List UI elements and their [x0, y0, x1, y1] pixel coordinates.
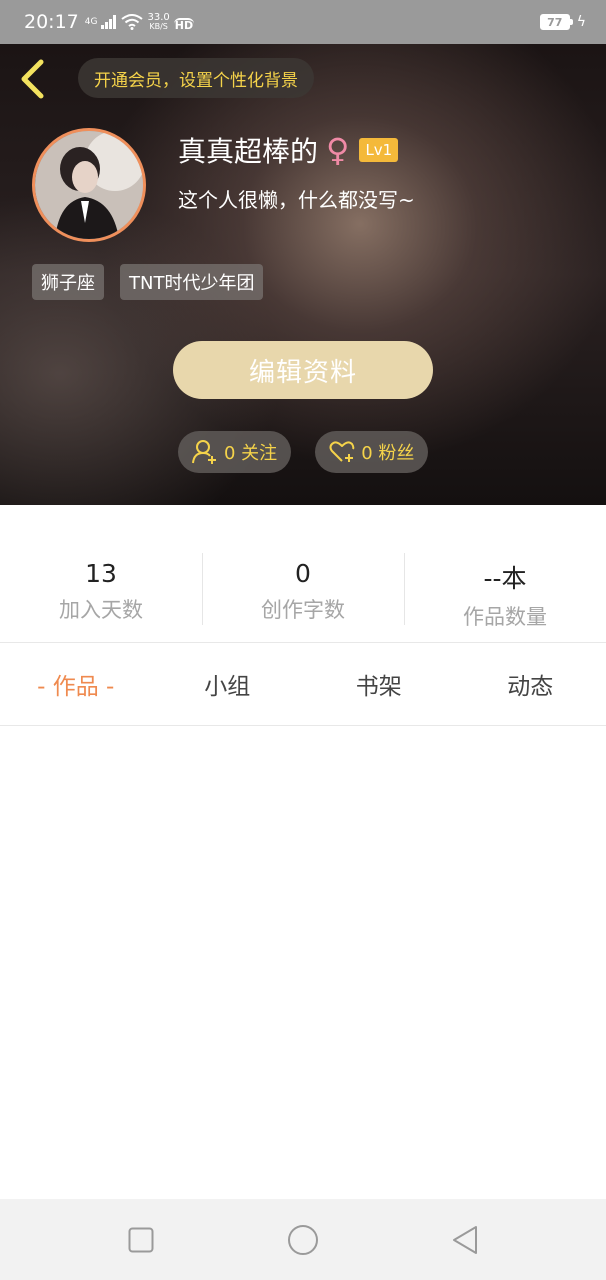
followers-count: 0 粉丝: [361, 443, 415, 464]
stat-word-count: 0 创作字数: [202, 543, 404, 642]
chevron-left-icon: [21, 59, 44, 99]
stat-label: 作品数量: [463, 605, 547, 629]
tag-fandom[interactable]: TNT时代少年团: [120, 264, 264, 300]
profile-header: 开通会员，设置个性化背景 真真超棒的 ♀ Lv1 这个人很懒，什么都没写~ 狮子…: [0, 44, 606, 505]
battery-level: 77: [547, 15, 563, 29]
edit-profile-button[interactable]: 编辑资料: [173, 341, 433, 399]
add-user-icon: [192, 440, 216, 464]
recents-button[interactable]: [121, 1220, 161, 1260]
back-nav-button[interactable]: [445, 1220, 485, 1260]
tab-bar: - 作品 - 小组 书架 动态: [0, 643, 606, 725]
following-button[interactable]: 0 关注: [178, 431, 292, 473]
stat-value: 0: [295, 559, 311, 588]
wifi-icon: [121, 14, 144, 30]
home-button[interactable]: [283, 1220, 323, 1260]
female-icon: ♀: [326, 131, 350, 169]
avatar-image: [35, 131, 143, 239]
tab-content: [0, 726, 606, 1199]
username-row: 真真超棒的 ♀ Lv1: [178, 130, 399, 170]
network-speed: 33.0 KB/S: [147, 12, 170, 32]
stat-label: 创作字数: [261, 598, 345, 622]
status-right: 77 ϟ: [539, 14, 586, 30]
hd-icon: HD: [173, 17, 195, 32]
tab-activity[interactable]: 动态: [455, 667, 606, 701]
tag-list: 狮子座 TNT时代少年团: [32, 264, 264, 300]
username: 真真超棒的: [178, 135, 319, 168]
tab-bookshelf[interactable]: 书架: [303, 667, 455, 701]
cellular-signal-icon: [101, 15, 117, 29]
stat-join-days: 13 加入天数: [0, 543, 202, 642]
follow-row: 0 关注 0 粉丝: [178, 431, 429, 473]
charging-icon: ϟ: [576, 14, 586, 30]
status-bar: 20:17 4G 33.0 KB/S HD 77 ϟ: [0, 0, 606, 44]
vip-prompt-text: 开通会员，设置个性化背景: [94, 70, 298, 91]
stat-value: --本: [483, 564, 527, 593]
heart-plus-icon: [329, 441, 355, 462]
following-count: 0 关注: [224, 443, 278, 464]
stat-works-count: --本 作品数量: [404, 543, 606, 642]
status-time: 20:17: [24, 11, 79, 33]
triangle-back-icon: [453, 1225, 477, 1254]
status-icons: 4G 33.0 KB/S HD: [84, 12, 195, 32]
square-icon: [128, 1227, 154, 1252]
stats-row: 13 加入天数 0 创作字数 --本 作品数量: [0, 543, 606, 642]
system-nav-bar: [0, 1199, 606, 1280]
circle-icon: [288, 1224, 318, 1255]
followers-button[interactable]: 0 粉丝: [315, 431, 429, 473]
vip-background-prompt[interactable]: 开通会员，设置个性化背景: [78, 58, 314, 98]
tag-zodiac[interactable]: 狮子座: [32, 264, 104, 300]
stat-label: 加入天数: [59, 598, 143, 622]
avatar[interactable]: [32, 128, 146, 242]
stat-value: 13: [85, 559, 117, 588]
back-button[interactable]: [14, 58, 50, 100]
battery-icon: 77: [539, 14, 573, 30]
bio: 这个人很懒，什么都没写~: [178, 188, 415, 212]
tab-works[interactable]: - 作品 -: [0, 667, 152, 701]
level-badge: Lv1: [359, 138, 399, 162]
tab-groups[interactable]: 小组: [152, 667, 304, 701]
network-type: 4G: [84, 16, 98, 27]
